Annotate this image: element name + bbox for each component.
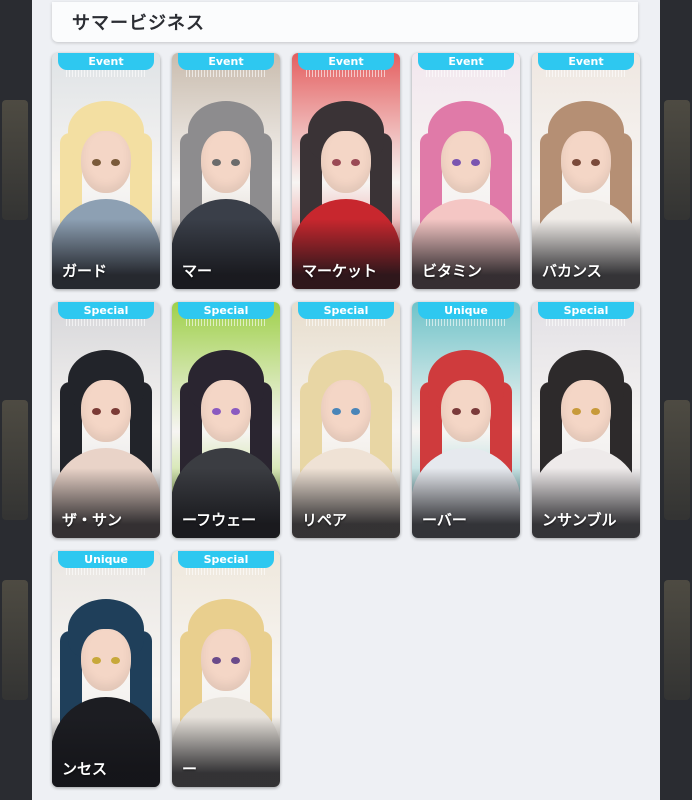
character-portrait xyxy=(292,53,400,289)
character-card[interactable]: Special リペア xyxy=(292,302,400,538)
face-shape xyxy=(441,380,491,442)
character-portrait xyxy=(172,302,280,538)
eye-shape xyxy=(231,408,240,415)
character-card[interactable]: Event バカンス xyxy=(532,53,640,289)
eye-shape xyxy=(92,657,101,664)
collection-panel: サマービジネス Event ガード Event マー Event マーケット E… xyxy=(32,0,660,800)
eye-shape xyxy=(231,159,240,166)
face-shape xyxy=(201,131,251,193)
rarity-badge: Special xyxy=(538,302,634,319)
background-card xyxy=(2,580,28,700)
eye-shape xyxy=(452,159,461,166)
character-card[interactable]: Unique ーバー xyxy=(412,302,520,538)
character-portrait xyxy=(532,302,640,538)
eye-shape xyxy=(231,657,240,664)
character-card[interactable]: Event ビタミン xyxy=(412,53,520,289)
background-card xyxy=(664,400,690,520)
face-shape xyxy=(441,131,491,193)
face-shape xyxy=(321,380,371,442)
rarity-badge: Special xyxy=(178,302,274,319)
face-shape xyxy=(561,380,611,442)
character-portrait xyxy=(292,302,400,538)
background-card xyxy=(2,400,28,520)
rarity-badge: Event xyxy=(298,53,394,70)
character-name: ンサンブル xyxy=(542,511,617,529)
face-shape xyxy=(561,131,611,193)
character-name: ー xyxy=(182,760,198,778)
section-title: サマービジネス xyxy=(72,13,205,34)
character-card[interactable]: Special ザ・サン xyxy=(52,302,160,538)
background-card xyxy=(2,100,28,220)
character-name: ンセス xyxy=(62,760,108,778)
character-portrait xyxy=(52,551,160,787)
rarity-badge: Unique xyxy=(58,551,154,568)
eye-shape xyxy=(332,408,341,415)
character-portrait xyxy=(532,53,640,289)
face-shape xyxy=(81,131,131,193)
rarity-badge: Event xyxy=(58,53,154,70)
background-right-strip xyxy=(660,0,692,800)
rarity-badge: Special xyxy=(178,551,274,568)
background-card xyxy=(664,100,690,220)
eye-shape xyxy=(572,408,581,415)
eye-shape xyxy=(92,408,101,415)
character-name: ビタミン xyxy=(422,262,483,280)
character-portrait xyxy=(52,302,160,538)
character-name: ーフウェー xyxy=(182,511,257,529)
eye-shape xyxy=(351,408,360,415)
rarity-badge: Special xyxy=(298,302,394,319)
eye-shape xyxy=(212,159,221,166)
face-shape xyxy=(81,629,131,691)
character-card[interactable]: Event マーケット xyxy=(292,53,400,289)
character-name: マーケット xyxy=(302,262,378,280)
rarity-badge: Event xyxy=(178,53,274,70)
character-name: リペア xyxy=(302,511,348,529)
character-name: バカンス xyxy=(542,262,602,280)
eye-shape xyxy=(591,408,600,415)
background-left-strip xyxy=(0,0,32,800)
character-name: ガード xyxy=(62,262,108,280)
character-card[interactable]: Event マー xyxy=(172,53,280,289)
character-card[interactable]: Unique ンセス xyxy=(52,551,160,787)
character-portrait xyxy=(412,302,520,538)
rarity-badge: Unique xyxy=(418,302,514,319)
eye-shape xyxy=(111,408,120,415)
eye-shape xyxy=(471,408,480,415)
eye-shape xyxy=(212,408,221,415)
face-shape xyxy=(201,629,251,691)
character-portrait xyxy=(52,53,160,289)
rarity-badge: Special xyxy=(58,302,154,319)
face-shape xyxy=(81,380,131,442)
eye-shape xyxy=(452,408,461,415)
eye-shape xyxy=(212,657,221,664)
eye-shape xyxy=(111,159,120,166)
character-card[interactable]: Event ガード xyxy=(52,53,160,289)
character-name: ザ・サン xyxy=(62,511,123,529)
rarity-badge: Event xyxy=(418,53,514,70)
character-portrait xyxy=(412,53,520,289)
background-card xyxy=(664,580,690,700)
character-card[interactable]: Special ーフウェー xyxy=(172,302,280,538)
eye-shape xyxy=(111,657,120,664)
rarity-badge: Event xyxy=(538,53,634,70)
section-header: サマービジネス xyxy=(52,2,638,42)
eye-shape xyxy=(591,159,600,166)
character-portrait xyxy=(172,53,280,289)
eye-shape xyxy=(572,159,581,166)
eye-shape xyxy=(332,159,341,166)
face-shape xyxy=(201,380,251,442)
character-name: ーバー xyxy=(422,511,467,529)
eye-shape xyxy=(471,159,480,166)
face-shape xyxy=(321,131,371,193)
eye-shape xyxy=(351,159,360,166)
character-name: マー xyxy=(182,262,213,280)
character-card[interactable]: Special ンサンブル xyxy=(532,302,640,538)
character-card[interactable]: Special ー xyxy=(172,551,280,787)
eye-shape xyxy=(92,159,101,166)
character-portrait xyxy=(172,551,280,787)
